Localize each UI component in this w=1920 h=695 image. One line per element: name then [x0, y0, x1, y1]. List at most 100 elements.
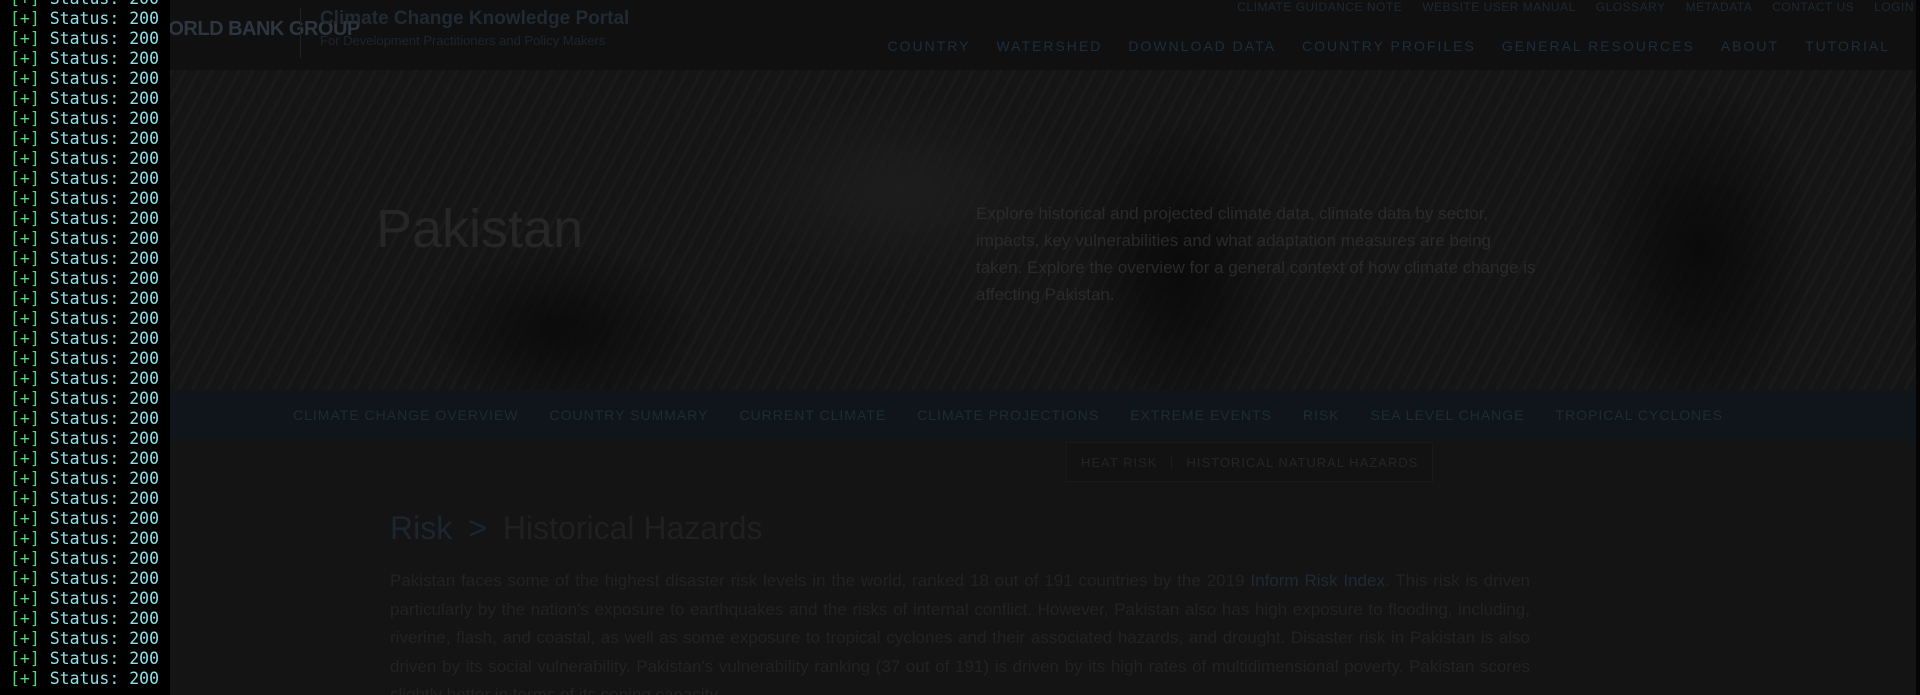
nav-item-download-data[interactable]: Download Data [1128, 38, 1276, 54]
terminal-line-prefix: [+] [10, 249, 40, 268]
terminal-line: [+] Status: 200 [10, 429, 159, 449]
utility-link-metadata[interactable]: Metadata [1686, 0, 1753, 14]
terminal-line-status: Status: 200 [39, 369, 160, 388]
subtab-historical-natural-hazards[interactable]: Historical Natural Hazards [1171, 454, 1432, 470]
terminal-line-prefix: [+] [10, 69, 40, 88]
terminal-line: [+] Status: 200 [10, 669, 159, 689]
terminal-line-prefix: [+] [10, 529, 40, 548]
subtab-heat-risk[interactable]: Heat Risk [1067, 455, 1171, 470]
section-tabs: Climate Change Overview Country Summary Cu… [0, 390, 1920, 440]
utility-link-login[interactable]: Login [1874, 0, 1914, 14]
terminal-line: [+] Status: 200 [10, 629, 159, 649]
tab-extreme-events[interactable]: Extreme Events [1130, 407, 1272, 423]
logo-divider [300, 8, 301, 58]
tab-current-climate[interactable]: Current Climate [739, 407, 886, 423]
terminal-line-status: Status: 200 [39, 209, 160, 228]
terminal-line: [+] Status: 200 [10, 489, 159, 509]
terminal-line: [+] Status: 200 [10, 109, 159, 129]
tab-climate-change-overview[interactable]: Climate Change Overview [293, 407, 519, 423]
terminal-line-prefix: [+] [10, 349, 40, 368]
terminal-line: [+] Status: 200 [10, 389, 159, 409]
terminal-line-status: Status: 200 [39, 349, 160, 368]
terminal-line: [+] Status: 200 [10, 209, 159, 229]
terminal-line: [+] Status: 200 [10, 289, 159, 309]
inform-risk-index-link[interactable]: Inform Risk Index [1250, 571, 1385, 590]
terminal-line: [+] Status: 200 [10, 309, 159, 329]
breadcrumb-parent[interactable]: Risk [390, 510, 452, 547]
terminal-line-prefix: [+] [10, 9, 40, 28]
terminal-line-status: Status: 200 [39, 9, 160, 28]
terminal-line: [+] Status: 200 [10, 69, 159, 89]
terminal-line-prefix: [+] [10, 29, 40, 48]
terminal-line-prefix: [+] [10, 329, 40, 348]
tab-climate-projections[interactable]: Climate Projections [917, 407, 1099, 423]
utility-link-website-user-manual[interactable]: Website User Manual [1422, 0, 1576, 14]
nav-item-country[interactable]: Country [887, 38, 970, 54]
terminal-line: [+] Status: 200 [10, 329, 159, 349]
terminal-line-prefix: [+] [10, 609, 40, 628]
terminal-line-prefix: [+] [10, 369, 40, 388]
terminal-line-status: Status: 200 [39, 69, 160, 88]
terminal-line-status: Status: 200 [39, 269, 160, 288]
terminal-line: [+] Status: 200 [10, 369, 159, 389]
terminal-line-prefix: [+] [10, 189, 40, 208]
terminal-line-status: Status: 200 [39, 669, 160, 688]
terminal-line-prefix: [+] [10, 169, 40, 188]
terminal-line-prefix: [+] [10, 649, 40, 668]
terminal-line: [+] Status: 200 [10, 129, 159, 149]
nav-item-about[interactable]: About [1721, 38, 1779, 54]
terminal-line-prefix: [+] [10, 469, 40, 488]
terminal-line-prefix: [+] [10, 269, 40, 288]
page-scrollbar[interactable] [1916, 0, 1920, 695]
utility-link-climate-guidance-note[interactable]: Climate Guidance Note [1237, 0, 1402, 14]
tab-risk[interactable]: Risk [1303, 407, 1340, 423]
breadcrumb-separator: > [468, 510, 487, 546]
nav-item-tutorial[interactable]: Tutorial [1805, 38, 1890, 54]
utility-link-glossary[interactable]: Glossary [1596, 0, 1666, 14]
terminal-line: [+] Status: 200 [10, 269, 159, 289]
terminal-line: [+] Status: 200 [10, 529, 159, 549]
tab-tropical-cyclones[interactable]: Tropical Cyclones [1556, 407, 1723, 423]
main-nav: Country Watershed Download Data Country Pro… [887, 38, 1890, 54]
terminal-line-prefix: [+] [10, 569, 40, 588]
tab-sea-level-change[interactable]: Sea Level Change [1371, 407, 1525, 423]
breadcrumb: Risk > Historical Hazards [390, 510, 763, 547]
terminal-line-status: Status: 200 [39, 169, 160, 188]
terminal-line-prefix: [+] [10, 209, 40, 228]
terminal-line-status: Status: 200 [39, 449, 160, 468]
terminal-line: [+] Status: 200 [10, 189, 159, 209]
portal-subtitle: For Development Practitioners and Policy… [320, 33, 606, 48]
intro-text-part1: Pakistan faces some of the highest disas… [390, 571, 1251, 590]
terminal-line-status: Status: 200 [39, 589, 160, 608]
terminal-line: [+] Status: 200 [10, 349, 159, 369]
terminal-line-status: Status: 200 [39, 189, 160, 208]
tab-country-summary[interactable]: Country Summary [550, 407, 709, 423]
terminal-line: [+] Status: 200 [10, 229, 159, 249]
terminal-line: [+] Status: 200 [10, 649, 159, 669]
nav-item-country-profiles[interactable]: Country Profiles [1302, 38, 1476, 54]
terminal-line-prefix: [+] [10, 129, 40, 148]
terminal-line-status: Status: 200 [39, 109, 160, 128]
terminal-line-prefix: [+] [10, 509, 40, 528]
terminal-line-status: Status: 200 [39, 509, 160, 528]
utility-nav: Climate Guidance Note Website User Manual… [1237, 0, 1914, 14]
nav-item-watershed[interactable]: Watershed [996, 38, 1102, 54]
terminal-window[interactable]: [+] Status: 200 [+] Status: 200 [+] Status… [0, 0, 170, 695]
terminal-line: [+] Status: 200 [10, 89, 159, 109]
terminal-line-status: Status: 200 [39, 609, 160, 628]
terminal-line-status: Status: 200 [39, 129, 160, 148]
terminal-line: [+] Status: 200 [10, 49, 159, 69]
terminal-line-prefix: [+] [10, 629, 40, 648]
utility-link-contact-us[interactable]: Contact Us [1772, 0, 1854, 14]
nav-item-general-resources[interactable]: General Resources [1502, 38, 1695, 54]
terminal-line: [+] Status: 200 [10, 409, 159, 429]
terminal-line-status: Status: 200 [39, 89, 160, 108]
terminal-line-status: Status: 200 [39, 309, 160, 328]
terminal-line: [+] Status: 200 [10, 589, 159, 609]
terminal-line-prefix: [+] [10, 149, 40, 168]
terminal-line-status: Status: 200 [39, 469, 160, 488]
portal-title[interactable]: Climate Change Knowledge Portal [320, 8, 629, 30]
terminal-line-prefix: [+] [10, 229, 40, 248]
terminal-line-status: Status: 200 [39, 229, 160, 248]
background-webpage: WORLD BANK GROUP Climate Change Knowledg… [0, 0, 1920, 695]
